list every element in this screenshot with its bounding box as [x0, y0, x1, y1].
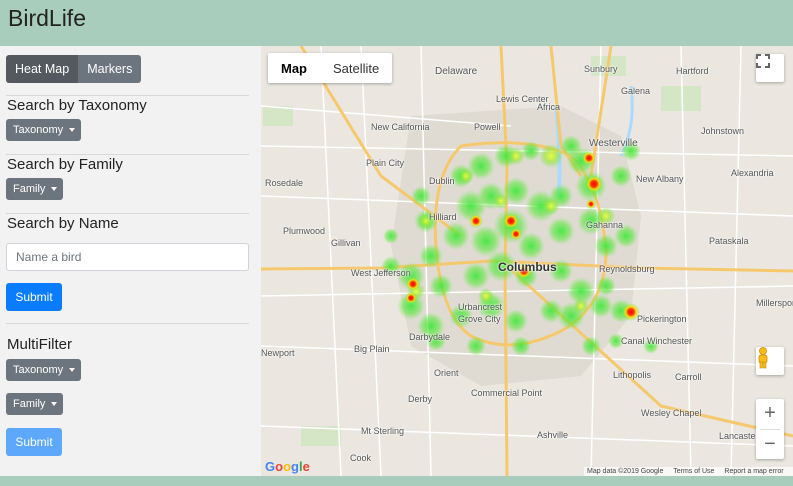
divider	[6, 213, 249, 214]
place-label: Sunbury	[584, 64, 618, 74]
place-label: Johnstown	[701, 126, 745, 136]
name-heading: Search by Name	[7, 215, 119, 232]
fullscreen-icon	[756, 54, 770, 68]
place-label: Carroll	[675, 372, 702, 382]
view-toggle: Heat Map Markers	[6, 55, 142, 83]
place-label: Alexandria	[731, 168, 774, 178]
place-label: Commercial Point	[471, 388, 543, 398]
app-title: BirdLife	[8, 5, 86, 31]
map-data-text: Map data ©2019 Google	[587, 468, 664, 475]
multifilter-taxonomy-dropdown[interactable]: Taxonomy	[6, 359, 82, 381]
sidebar: Heat Map Markers Search by Taxonomy Taxo…	[0, 46, 261, 476]
place-label: New California	[371, 122, 430, 132]
app-header: BirdLife	[0, 0, 793, 46]
place-label: Powell	[474, 122, 501, 132]
taxonomy-dropdown-label: Taxonomy	[13, 124, 64, 136]
family-dropdown-label: Family	[13, 183, 46, 195]
place-label: Rosedale	[265, 178, 304, 188]
taxonomy-dropdown[interactable]: Taxonomy	[6, 119, 82, 141]
map-type-map-button[interactable]: Map	[268, 53, 320, 83]
place-label: Urbancrest	[458, 302, 503, 312]
multifilter-submit-button[interactable]: Submit	[6, 428, 62, 456]
place-label: New Albany	[636, 174, 684, 184]
caret-down-icon	[69, 128, 76, 132]
map-type-control: Map Satellite	[268, 53, 393, 83]
place-label: Westerville	[589, 138, 638, 149]
taxonomy-heading: Search by Taxonomy	[7, 97, 147, 114]
fullscreen-button[interactable]	[756, 54, 784, 82]
report-error-link[interactable]: Report a map error	[724, 468, 783, 475]
place-label: Reynoldsburg	[599, 264, 655, 274]
place-label: Derby	[408, 394, 433, 404]
place-label: Pickerington	[637, 314, 687, 324]
divider	[6, 323, 249, 324]
footer-strip	[0, 476, 793, 486]
place-label: Gahanna	[586, 220, 624, 230]
markers-button[interactable]: Markers	[78, 55, 142, 83]
place-label: Delaware	[435, 66, 478, 77]
heatmap-button[interactable]: Heat Map	[6, 55, 79, 83]
caret-down-icon	[51, 402, 58, 406]
multifilter-family-label: Family	[13, 398, 46, 410]
place-label: Gillivan	[331, 238, 361, 248]
place-label: Ashville	[537, 430, 569, 440]
place-label: West Jefferson	[351, 268, 411, 278]
bird-name-input[interactable]	[6, 243, 249, 271]
map-canvas[interactable]: DelawareMarysvilleSunburyHartfordWesterv…	[261, 46, 793, 476]
multifilter-family-dropdown[interactable]: Family	[6, 393, 64, 415]
place-label: Plain City	[366, 158, 405, 168]
zoom-control: + −	[756, 399, 784, 459]
place-label: Big Plain	[354, 344, 390, 354]
map-type-satellite-button[interactable]: Satellite	[320, 53, 392, 83]
pegman-icon	[758, 347, 768, 369]
place-label: Columbus	[498, 260, 557, 274]
zoom-out-icon[interactable]: −	[756, 430, 784, 460]
place-label: Hilliard	[429, 212, 457, 222]
divider	[6, 154, 249, 155]
caret-down-icon	[51, 187, 58, 191]
map-attribution: Map data ©2019 Google Terms of Use Repor…	[584, 467, 793, 476]
place-label: Plumwood	[283, 226, 326, 236]
place-label: Dublin	[429, 176, 455, 186]
family-heading: Search by Family	[7, 156, 123, 173]
place-label: Hartford	[676, 66, 709, 76]
place-label: Pataskala	[709, 236, 749, 246]
place-label: Darbydale	[409, 332, 451, 342]
place-label: Orient	[434, 368, 459, 378]
multifilter-taxonomy-label: Taxonomy	[13, 364, 64, 376]
google-logo: Google	[265, 459, 310, 474]
place-label: Grove City	[458, 314, 501, 324]
place-label: Canal Winchester	[621, 336, 693, 346]
place-label: Lancaster	[719, 431, 759, 441]
place-label: Newport	[261, 348, 295, 358]
place-label: Africa	[537, 102, 561, 112]
place-label: Cook	[350, 453, 372, 463]
name-submit-button[interactable]: Submit	[6, 283, 62, 311]
caret-down-icon	[69, 368, 76, 372]
place-label: Millersport	[756, 298, 793, 308]
zoom-in-icon[interactable]: +	[756, 399, 784, 429]
place-label: Galena	[621, 86, 651, 96]
multifilter-heading: MultiFilter	[7, 336, 73, 353]
street-view-pegman[interactable]	[756, 347, 784, 375]
place-label: Mt Sterling	[361, 426, 405, 436]
divider	[6, 95, 249, 96]
place-label: Wesley Chapel	[641, 408, 702, 418]
terms-link[interactable]: Terms of Use	[673, 468, 714, 475]
place-label: Lithopolis	[613, 370, 652, 380]
family-dropdown[interactable]: Family	[6, 178, 64, 200]
